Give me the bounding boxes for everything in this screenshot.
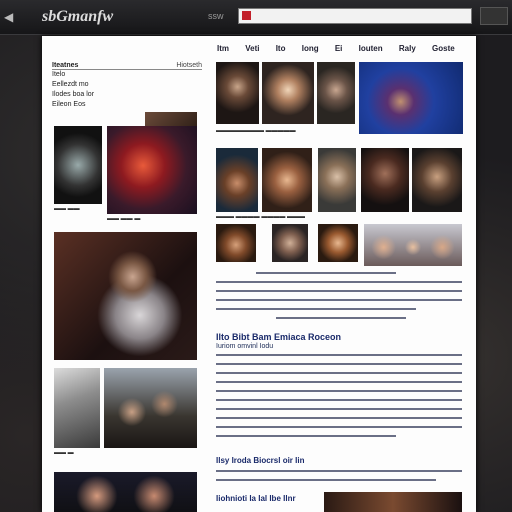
photo-caption: ▬▬ ▬ bbox=[54, 450, 74, 456]
men-faces-photo[interactable] bbox=[54, 472, 197, 512]
stage-figure-photo[interactable] bbox=[359, 62, 463, 134]
grid-photo[interactable] bbox=[216, 224, 256, 262]
back-arrow-icon[interactable]: ◀ bbox=[4, 10, 13, 24]
grid-photo[interactable] bbox=[216, 148, 258, 212]
group-photo[interactable] bbox=[364, 224, 462, 266]
article-headline[interactable]: Ilsy Iroda Biocrsl oir Iin bbox=[216, 456, 304, 465]
article-thumbnail[interactable] bbox=[324, 492, 462, 512]
right-column: ▬▬▬▬▬▬▬▬ ▬▬▬▬▬ ▬▬▬ ▬▬▬▬ ▬▬▬▬ ▬▬▬ Ilto Bi… bbox=[216, 36, 468, 512]
article-text-block bbox=[216, 354, 462, 444]
photo-caption: ▬▬ ▬▬ bbox=[54, 206, 80, 212]
browser-toolbar: ◀ sbGmanfw ssw bbox=[0, 0, 512, 35]
grid-photo[interactable] bbox=[412, 148, 462, 212]
grid-photo[interactable] bbox=[317, 62, 355, 124]
studio-equipment-photo[interactable] bbox=[54, 368, 100, 448]
grid-photo[interactable] bbox=[361, 148, 409, 212]
article-headline[interactable]: Ilto Bibt Bam Emiaca Roceon bbox=[216, 332, 341, 342]
photo-caption: ▬▬▬ ▬▬▬▬ ▬▬▬▬ ▬▬▬ bbox=[216, 214, 306, 220]
sidebar-item[interactable]: Eellezdt mo bbox=[52, 80, 202, 90]
crystal-ball-photo[interactable] bbox=[54, 126, 102, 204]
grid-photo[interactable] bbox=[216, 62, 259, 124]
site-logo[interactable]: sbGmanfw bbox=[42, 8, 113, 26]
article-subhead: Iuriom omvinl Iodu bbox=[216, 343, 274, 350]
sidebar-item[interactable]: Eileon Eos bbox=[52, 100, 202, 110]
grid-photo[interactable] bbox=[318, 224, 358, 262]
article-text-block bbox=[216, 272, 462, 326]
sidebar-item[interactable]: Ilodes boa lor bbox=[52, 90, 202, 100]
left-column: Iteatnes Hiotseth Itelo Eellezdt mo Ilod… bbox=[52, 36, 212, 512]
crowd-faces-photo[interactable] bbox=[104, 368, 197, 448]
photo-caption: ▬▬▬▬▬▬▬▬ ▬▬▬▬▬ bbox=[216, 128, 296, 134]
article-text-block bbox=[216, 470, 462, 488]
web-page: Itm Veti Ito Iong Ei Iouten Raly Goste I… bbox=[42, 36, 476, 512]
article-headline[interactable]: Iiohnioti Ia Ial Ibe Ilnr bbox=[216, 494, 296, 503]
photo-caption: ▬▬ ▬▬ ▬ bbox=[107, 216, 141, 222]
grid-photo[interactable] bbox=[318, 148, 356, 212]
costume-figure-photo[interactable] bbox=[107, 126, 197, 214]
sidebar-box: Iteatnes Hiotseth Itelo Eellezdt mo Ilod… bbox=[52, 62, 202, 134]
address-bar[interactable] bbox=[238, 8, 472, 24]
record-icon bbox=[242, 11, 251, 20]
rocker-portrait-photo[interactable] bbox=[54, 232, 197, 360]
sidebar-header-right[interactable]: Hiotseth bbox=[176, 62, 202, 69]
sidebar-item[interactable]: Itelo bbox=[52, 70, 202, 80]
grid-photo[interactable] bbox=[262, 148, 312, 212]
search-button[interactable] bbox=[480, 7, 508, 25]
menu-label[interactable]: ssw bbox=[208, 11, 224, 21]
grid-photo[interactable] bbox=[272, 224, 308, 262]
grid-photo[interactable] bbox=[262, 62, 314, 124]
